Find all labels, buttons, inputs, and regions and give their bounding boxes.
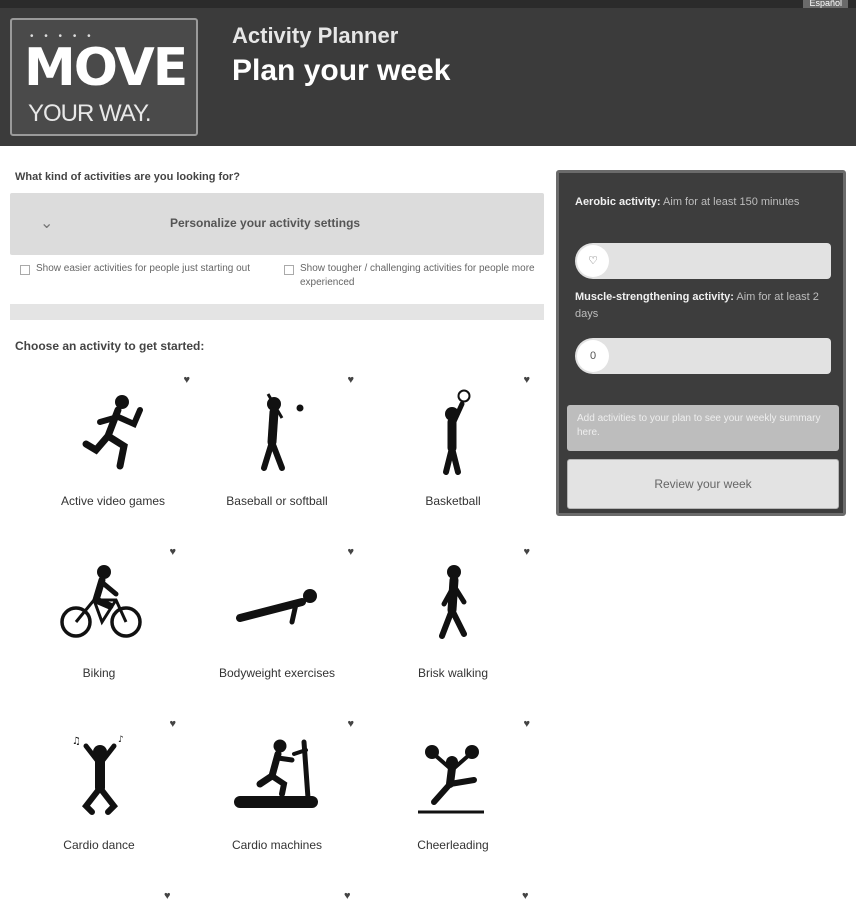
activity-name: Brisk walking bbox=[417, 666, 489, 680]
personalize-label: Personalize your activity settings bbox=[170, 216, 361, 230]
activity-tile[interactable]: ♥ Brisk walking bbox=[368, 546, 538, 706]
heart-icon[interactable]: ♥ bbox=[522, 890, 529, 902]
top-strip bbox=[0, 0, 856, 8]
svg-text:♫: ♫ bbox=[72, 736, 81, 747]
runner-icon bbox=[82, 395, 143, 470]
heart-icon[interactable]: ♥ bbox=[169, 718, 176, 730]
filter-question: What kind of activities are you looking … bbox=[15, 171, 240, 183]
page-title: Plan your week bbox=[232, 54, 451, 87]
activity-name: Cardio dance bbox=[63, 838, 135, 852]
app-title: Activity Planner bbox=[232, 23, 399, 48]
tougher-option[interactable]: Show tougher / challenging activities fo… bbox=[284, 262, 544, 296]
heart-icon[interactable]: ♥ bbox=[347, 546, 354, 558]
activity-name: Cheerleading bbox=[417, 838, 489, 852]
muscle-value: 0 bbox=[577, 340, 609, 372]
heart-icon[interactable]: ♥ bbox=[523, 374, 530, 386]
filter-divider bbox=[10, 304, 544, 320]
page-header: • • • • • MOVE YOUR WAY. Activity Planne… bbox=[0, 8, 856, 146]
logo[interactable]: • • • • • MOVE YOUR WAY. bbox=[10, 18, 198, 136]
activity-tile[interactable]: ♥ Biking bbox=[14, 546, 184, 706]
baseball-icon bbox=[261, 393, 304, 471]
tougher-checkbox[interactable] bbox=[284, 265, 294, 275]
muscle-title: Muscle-strengthening activity: bbox=[575, 291, 734, 303]
heart-icon[interactable]: ♥ bbox=[523, 718, 530, 730]
heart-icon[interactable]: ♥ bbox=[347, 374, 354, 386]
easier-option-label: Show easier activities for people just s… bbox=[36, 263, 250, 274]
svg-text:♪: ♪ bbox=[118, 735, 124, 745]
walker-icon bbox=[439, 565, 467, 639]
activity-tile[interactable]: ♥ Cardio machines bbox=[192, 718, 362, 878]
easier-checkbox[interactable] bbox=[20, 265, 30, 275]
activity-name: Basketball bbox=[425, 494, 481, 508]
heart-icon[interactable]: ♥ bbox=[344, 890, 351, 902]
activity-prompt: Choose an activity to get started: bbox=[15, 339, 205, 353]
bicycle-icon bbox=[60, 565, 142, 638]
activity-tile[interactable]: ♥ Basketball bbox=[368, 374, 538, 534]
personalize-button[interactable]: ⌄ Personalize your activity settings bbox=[10, 193, 544, 255]
activity-name: Cardio machines bbox=[231, 838, 323, 852]
activity-tile[interactable]: ♥ ♫ ♪ Cardio dance bbox=[14, 718, 184, 878]
heart-icon[interactable]: ♥ bbox=[183, 374, 190, 386]
aerobic-meter: ♡ bbox=[575, 243, 831, 279]
basketball-icon bbox=[443, 389, 471, 475]
tougher-option-label: Show tougher / challenging activities fo… bbox=[300, 263, 535, 288]
weekly-summary-panel: Aerobic activity: Aim for at least 150 m… bbox=[556, 170, 846, 516]
aerobic-label: Aerobic activity: Aim for at least 150 m… bbox=[575, 194, 825, 211]
review-week-button[interactable]: Review your week bbox=[567, 459, 839, 509]
muscle-meter: 0 bbox=[575, 338, 831, 374]
heart-icon[interactable]: ♥ bbox=[169, 546, 176, 558]
activity-tile[interactable]: ♥ Bodyweight exercises bbox=[192, 546, 362, 706]
heart-icon[interactable]: ♥ bbox=[164, 890, 171, 902]
dancer-icon: ♫ ♪ bbox=[72, 735, 124, 815]
activity-name: Biking bbox=[82, 666, 116, 680]
activity-tile[interactable]: ♥ Active video games bbox=[28, 374, 198, 534]
heart-icon[interactable]: ♥ bbox=[347, 718, 354, 730]
chevron-icon: ⌄ bbox=[40, 215, 54, 232]
pushup-icon bbox=[236, 589, 317, 625]
easier-option[interactable]: Show easier activities for people just s… bbox=[20, 262, 260, 296]
activity-name: Active video games bbox=[60, 494, 166, 508]
aerobic-goal: Aim for at least 150 minutes bbox=[663, 196, 800, 208]
summary-note: Add activities to your plan to see your … bbox=[567, 405, 839, 451]
activity-name: Baseball or softball bbox=[226, 494, 328, 508]
logo-text-your-way: YOUR WAY. bbox=[28, 100, 152, 127]
treadmill-icon bbox=[234, 739, 318, 808]
cheerleader-icon bbox=[418, 745, 484, 814]
heart-icon[interactable]: ♥ bbox=[523, 546, 530, 558]
muscle-label: Muscle-strengthening activity: Aim for a… bbox=[575, 289, 825, 323]
aerobic-heart-icon: ♡ bbox=[577, 245, 609, 277]
activity-name: Bodyweight exercises bbox=[218, 666, 336, 680]
aerobic-title: Aerobic activity: bbox=[575, 196, 661, 208]
logo-text-move: MOVE bbox=[24, 38, 188, 98]
activity-tile[interactable]: ♥ Cheerleading bbox=[368, 718, 538, 878]
activity-tile[interactable]: ♥ Baseball or softball bbox=[192, 374, 362, 534]
